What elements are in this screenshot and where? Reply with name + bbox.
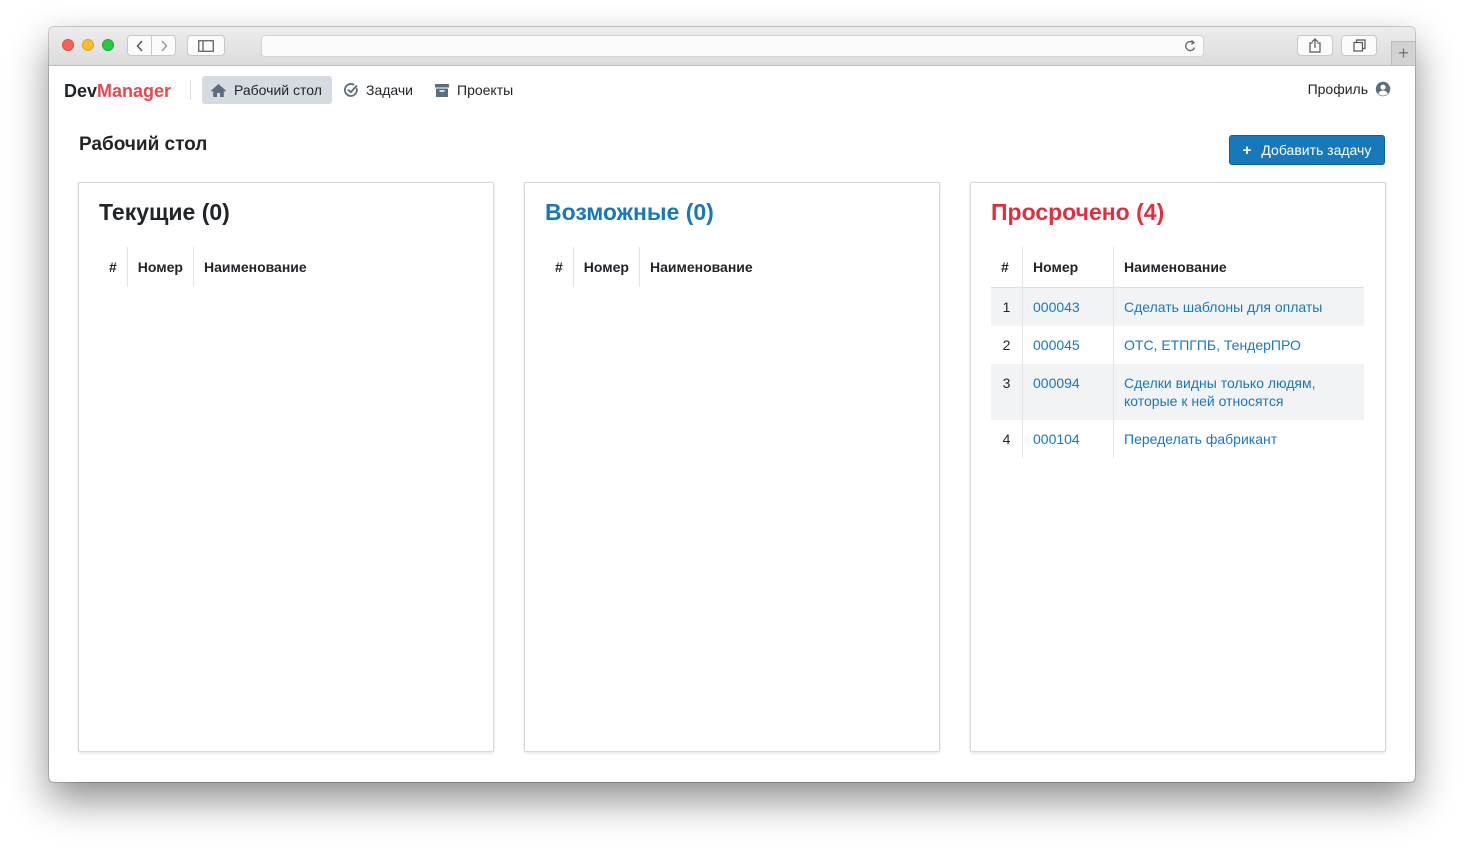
row-num: 1: [991, 287, 1023, 326]
brand-part-manager: Manager: [97, 81, 172, 101]
app-root: DevManager Рабочий стол Задачи Проекты П…: [49, 66, 1415, 782]
plus-icon: +: [1398, 43, 1409, 63]
table-header-row: # Номер Наименование: [991, 247, 1364, 288]
add-task-button[interactable]: + Добавить задачу: [1229, 135, 1385, 165]
nav-item-tasks-label: Задачи: [366, 82, 414, 98]
chevron-right-icon: [160, 39, 168, 52]
browser-window: + DevManager Рабочий стол Задачи Проекты…: [49, 27, 1415, 782]
new-tab-button[interactable]: +: [1391, 41, 1415, 65]
share-icon: [1309, 38, 1321, 53]
column-header-code[interactable]: Номер: [1022, 247, 1114, 288]
profile-label: Профиль: [1307, 81, 1368, 97]
brand-logo[interactable]: DevManager: [64, 81, 171, 102]
back-button[interactable]: [127, 35, 152, 56]
minimize-window-button[interactable]: [82, 39, 94, 51]
tabs-icon: [1352, 39, 1366, 52]
address-bar[interactable]: [261, 35, 1204, 57]
zoom-window-button[interactable]: [102, 39, 114, 51]
row-name-link[interactable]: ОТС, ЕТПГПБ, ТендерПРО: [1113, 326, 1364, 364]
nav-item-desktop[interactable]: Рабочий стол: [202, 76, 332, 104]
panel-overdue-tasks: Просрочено (4) # Номер Наименование 1 00…: [970, 182, 1386, 752]
profile-menu[interactable]: Профиль: [1308, 81, 1391, 97]
nav-item-desktop-label: Рабочий стол: [234, 82, 322, 98]
column-header-num[interactable]: #: [99, 247, 127, 287]
row-num: 4: [1002, 431, 1011, 447]
archive-icon: [435, 83, 449, 97]
overdue-tasks-table: # Номер Наименование 1 000043 Сделать ша…: [991, 247, 1364, 458]
column-header-code[interactable]: Номер: [572, 247, 640, 287]
row-code-link[interactable]: 000094: [1022, 364, 1114, 420]
column-header-num[interactable]: #: [991, 247, 1023, 288]
row-name-link[interactable]: Сделать шаблоны для оплаты: [1113, 287, 1364, 326]
panel-overdue-title: Просрочено (4): [991, 199, 1165, 225]
tabs-overview-button[interactable]: [1341, 35, 1377, 56]
row-code-link[interactable]: 000104: [1022, 420, 1114, 458]
panel-current-title: Текущие (0): [99, 199, 230, 225]
table-row[interactable]: 1 000043 Сделать шаблоны для оплаты: [991, 287, 1364, 326]
column-header-name[interactable]: Наименование: [192, 247, 317, 287]
sidebar-toggle-button[interactable]: [187, 35, 225, 56]
table-row[interactable]: 4 000104 Переделать фабрикант: [991, 420, 1364, 458]
table-header-row: # Номер Наименование: [99, 247, 317, 287]
row-code-link[interactable]: 000045: [1022, 326, 1114, 364]
table-header-row: # Номер Наименование: [545, 247, 763, 287]
column-header-name[interactable]: Наименование: [638, 247, 763, 287]
brand-divider: [190, 80, 191, 100]
check-circle-icon: [344, 83, 358, 97]
column-header-num[interactable]: #: [545, 247, 573, 287]
browser-toolbar: +: [49, 27, 1415, 66]
panel-possible-tasks: Возможные (0) # Номер Наименование: [524, 182, 940, 752]
sidebar-icon: [198, 39, 214, 52]
row-num: 2: [1002, 337, 1011, 353]
row-num: 3: [991, 364, 1023, 420]
column-header-name[interactable]: Наименование: [1113, 247, 1364, 288]
row-name-link[interactable]: Переделать фабрикант: [1113, 420, 1364, 458]
chevron-left-icon: [135, 39, 143, 52]
page-title: Рабочий стол: [79, 134, 208, 155]
forward-button[interactable]: [151, 35, 176, 56]
column-header-code[interactable]: Номер: [126, 247, 194, 287]
nav-item-projects[interactable]: Проекты: [426, 76, 523, 104]
current-tasks-table: # Номер Наименование: [99, 247, 317, 287]
panel-current-tasks: Текущие (0) # Номер Наименование: [78, 182, 494, 752]
table-row[interactable]: 3 000094 Сделки видны только людям, кото…: [991, 364, 1364, 420]
user-circle-icon: [1375, 81, 1391, 97]
nav-item-tasks[interactable]: Задачи: [335, 76, 423, 104]
row-name-link[interactable]: Сделки видны только людям, которые к ней…: [1113, 364, 1364, 420]
brand-part-dev: Dev: [64, 81, 98, 101]
nav-item-projects-label: Проекты: [457, 82, 514, 98]
top-navbar: DevManager Рабочий стол Задачи Проекты П…: [49, 66, 1415, 116]
close-window-button[interactable]: [62, 39, 74, 51]
possible-tasks-table: # Номер Наименование: [545, 247, 763, 287]
row-code-link[interactable]: 000043: [1022, 287, 1114, 326]
panel-possible-title: Возможные (0): [545, 199, 714, 225]
home-icon: [211, 83, 226, 97]
share-button[interactable]: [1297, 35, 1333, 56]
add-task-button-label: Добавить задачу: [1261, 142, 1372, 158]
plus-icon: +: [1242, 141, 1252, 159]
table-row[interactable]: 2 000045 ОТС, ЕТПГПБ, ТендерПРО: [991, 326, 1364, 364]
reload-icon[interactable]: [1184, 39, 1197, 53]
